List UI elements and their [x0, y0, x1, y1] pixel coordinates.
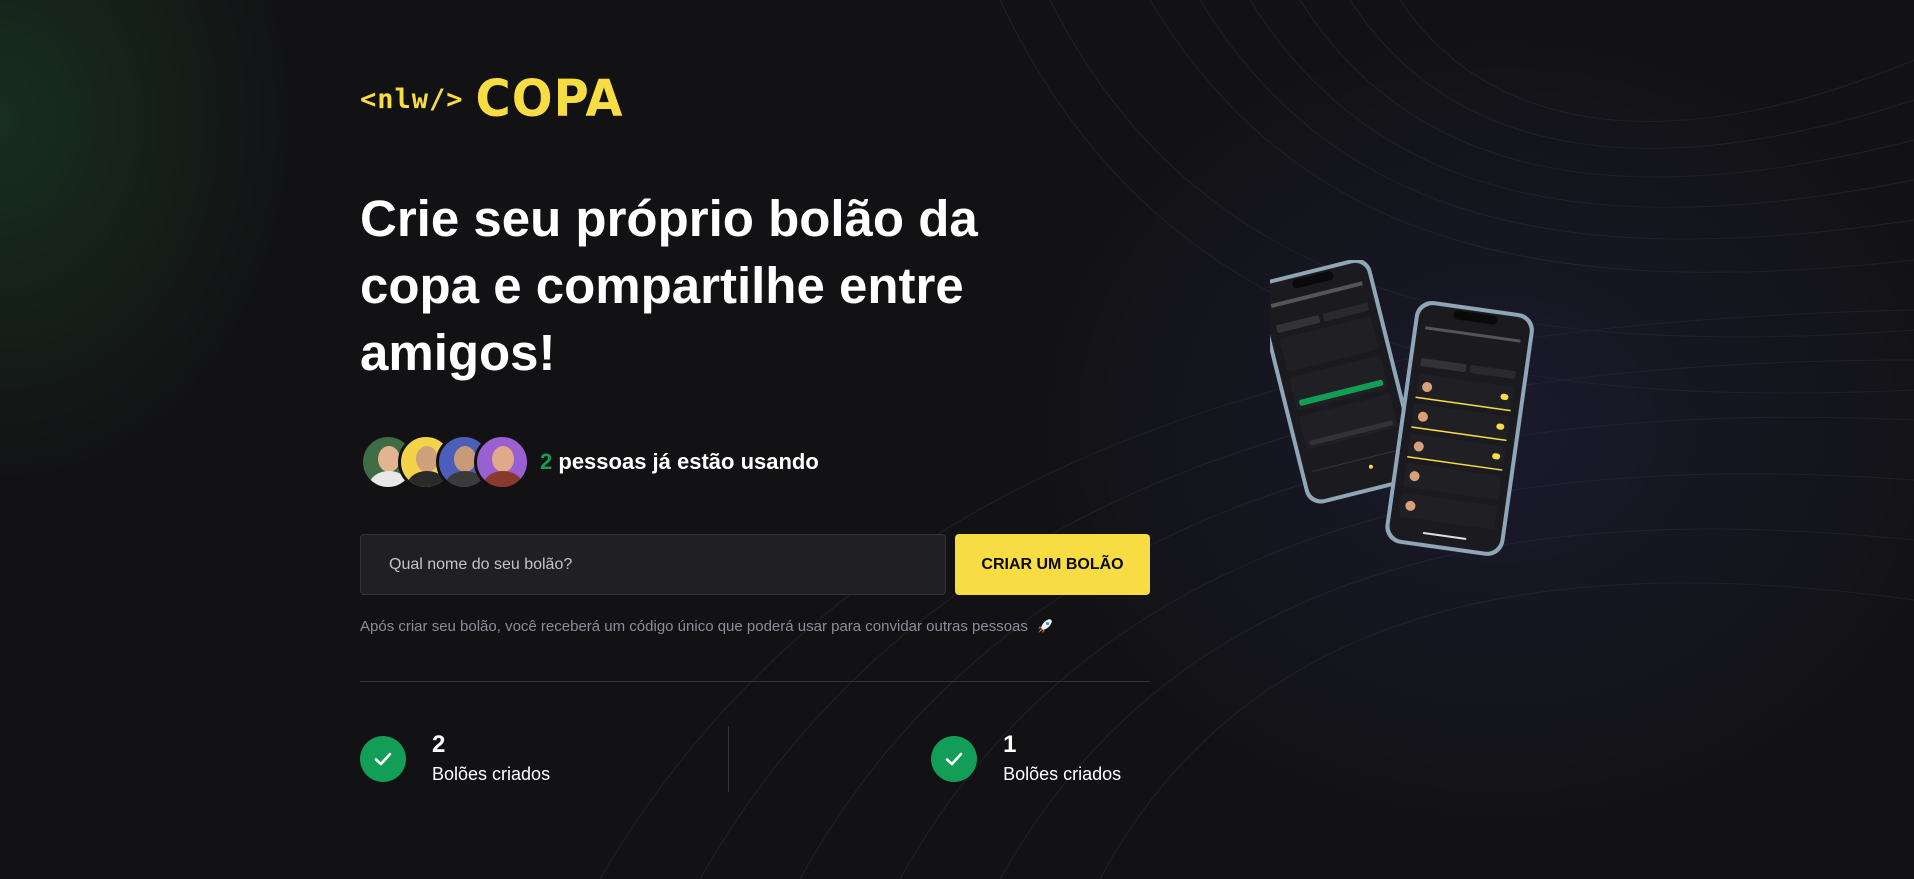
logo-tag: <nlw/>	[360, 83, 464, 115]
stat-pools-second: 1 Bolões criados	[931, 731, 1121, 787]
logo: <nlw/> COPA	[360, 70, 1150, 129]
divider	[360, 681, 1150, 682]
create-pool-form: CRIAR UM BOLÃO	[360, 534, 1150, 595]
hint-text: Após criar seu bolão, você receberá um c…	[360, 617, 1150, 635]
stat-pools: 2 Bolões criados	[360, 731, 550, 787]
stat-label: Bolões criados	[432, 764, 551, 784]
avatar-group	[360, 434, 530, 490]
stat-value: 2	[432, 731, 446, 758]
users-count: 2	[540, 449, 553, 474]
check-icon	[360, 736, 406, 782]
users-label: pessoas já estão usando	[558, 449, 819, 474]
users-text: 2 pessoas já estão usando	[540, 449, 819, 475]
create-pool-button[interactable]: CRIAR UM BOLÃO	[955, 534, 1150, 595]
stat-label: Bolões criados	[1003, 764, 1122, 784]
rocket-icon	[1036, 617, 1054, 635]
stats-divider	[728, 726, 730, 792]
avatar	[474, 434, 530, 490]
page-title: Crie seu próprio bolão da copa e compart…	[360, 190, 978, 381]
users-summary: 2 pessoas já estão usando	[360, 433, 1150, 491]
check-icon	[931, 736, 978, 782]
app-preview-image	[1256, 258, 1570, 620]
stats: 2 Bolões criados 1 Bolões criados	[360, 726, 1150, 792]
logo-name: COPA	[475, 69, 624, 129]
stat-value: 1	[1003, 731, 1017, 758]
hint-label: Após criar seu bolão, você receberá um c…	[360, 617, 1028, 635]
pool-name-input[interactable]	[360, 534, 946, 595]
